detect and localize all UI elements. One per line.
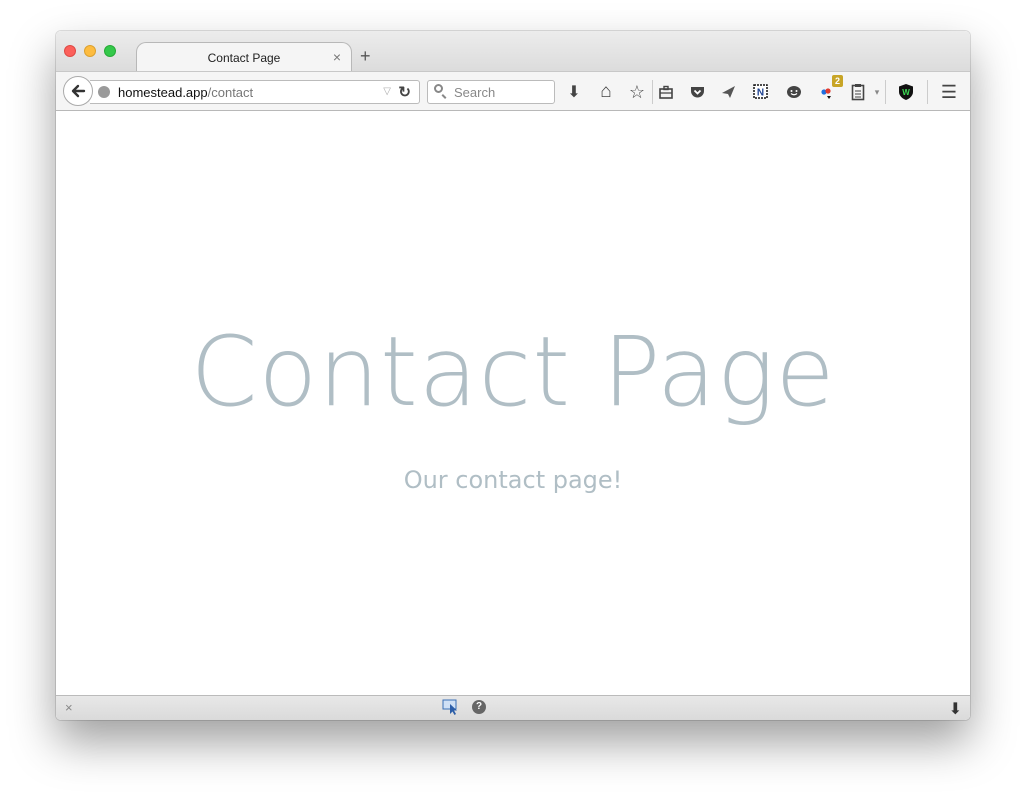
search-placeholder: Search <box>454 85 496 100</box>
colored-dots-extension-icon[interactable]: 2 <box>816 75 844 104</box>
briefcase-icon[interactable] <box>654 80 678 104</box>
help-icon[interactable]: ? <box>472 700 486 714</box>
svg-text:W: W <box>902 88 910 97</box>
close-window-button[interactable] <box>64 45 76 57</box>
tab-contact-page[interactable]: Contact Page × <box>136 42 352 73</box>
clipboard-dropdown-icon[interactable]: ▾ <box>870 80 884 104</box>
tab-close-icon[interactable]: × <box>333 49 341 65</box>
send-icon[interactable] <box>716 80 740 104</box>
status-download-icon[interactable]: ⬇ <box>949 699 962 719</box>
search-icon <box>434 84 443 93</box>
globe-icon <box>98 86 110 98</box>
toolbar-separator <box>652 80 653 104</box>
back-arrow-icon <box>71 84 86 98</box>
minimize-window-button[interactable] <box>84 45 96 57</box>
url-bar[interactable]: homestead.app/contact ▽ ↻ <box>90 80 420 104</box>
new-tab-button[interactable]: + <box>360 47 371 65</box>
toolbar-separator <box>927 80 928 104</box>
tab-strip: Contact Page × + <box>56 31 970 73</box>
url-path: /contact <box>207 85 254 100</box>
search-field[interactable]: Search <box>427 80 555 104</box>
browser-window: Contact Page × + homestead.app/contact ▽… <box>56 31 970 720</box>
navigation-toolbar: homestead.app/contact ▽ ↻ Search ⬇ ⌂ ☆ N <box>56 71 970 111</box>
svg-text:N: N <box>757 88 764 99</box>
url-host: homestead.app <box>118 85 208 100</box>
extension-badge: 2 <box>832 75 844 87</box>
shield-w-icon[interactable]: W <box>894 80 918 104</box>
download-icon[interactable]: ⬇ <box>562 80 586 104</box>
back-button[interactable] <box>63 76 93 106</box>
n-extension-icon[interactable]: N <box>749 80 773 104</box>
toolbar-separator <box>885 80 886 104</box>
page-title: Contact Page <box>190 316 836 428</box>
url-text: homestead.app/contact <box>118 85 253 100</box>
cursor-select-icon[interactable] <box>442 699 460 715</box>
bookmark-star-icon[interactable]: ☆ <box>625 80 649 104</box>
status-bar: × ? ⬇ <box>56 695 970 720</box>
page-content: Contact Page Our contact page! <box>56 111 970 695</box>
smiley-chat-icon[interactable] <box>782 80 806 104</box>
reload-icon[interactable]: ↻ <box>398 83 411 101</box>
home-icon[interactable]: ⌂ <box>594 80 618 104</box>
url-dropdown-icon[interactable]: ▽ <box>383 86 391 97</box>
hamburger-menu-icon[interactable]: ☰ <box>937 80 961 104</box>
maximize-window-button[interactable] <box>104 45 116 57</box>
page-subtitle: Our contact page! <box>403 466 623 494</box>
clipboard-icon[interactable] <box>846 80 870 104</box>
status-close-icon[interactable]: × <box>65 700 73 715</box>
pocket-icon[interactable] <box>685 80 709 104</box>
tab-title: Contact Page <box>207 51 281 65</box>
